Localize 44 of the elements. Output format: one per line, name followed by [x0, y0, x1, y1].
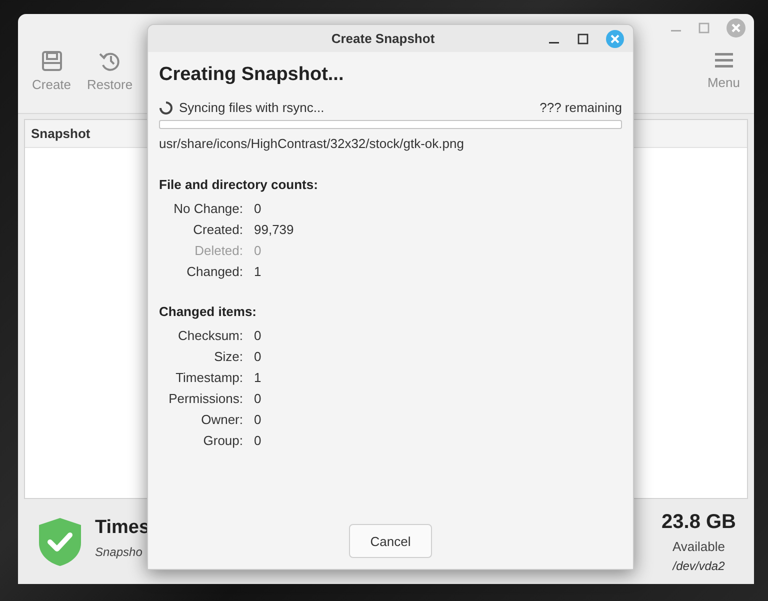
spinner-icon [159, 100, 173, 114]
count-label: Owner: [200, 412, 243, 428]
maximize-icon[interactable] [577, 32, 589, 44]
close-icon[interactable] [606, 30, 624, 48]
count-label: Size: [213, 349, 243, 365]
count-value: 1 [254, 370, 262, 386]
count-label: Permissions: [168, 391, 243, 407]
dialog-title: Create Snapshot [330, 31, 436, 46]
section-heading: File and directory counts: [159, 177, 319, 192]
count-value: 0 [254, 391, 262, 407]
shield-check-icon [38, 516, 82, 566]
clock-arrow-icon [98, 50, 122, 72]
count-label: Created: [192, 222, 243, 238]
count-label: Timestamp: [174, 370, 243, 386]
section-heading: Changed items: [159, 304, 258, 319]
count-value: 0 [254, 412, 262, 428]
time-remaining: ??? remaining [540, 100, 622, 115]
count-value: 0 [254, 243, 262, 259]
status-title: Times [95, 516, 150, 538]
count-label: Group: [202, 433, 243, 449]
count-value: 0 [254, 349, 262, 365]
menu-icon [714, 50, 734, 70]
count-value: 0 [254, 201, 262, 217]
toolbar-button[interactable]: Restore [79, 50, 141, 92]
dialog-heading: Creating Snapshot... [159, 64, 345, 86]
column-header[interactable]: Snapshot [25, 126, 90, 141]
count-value: 99,739 [254, 222, 294, 238]
count-label: No Change: [172, 201, 243, 217]
count-label: Changed: [186, 264, 243, 280]
status-text: Syncing files with rsync... [179, 100, 324, 115]
cancel-button[interactable]: Cancel [349, 524, 432, 558]
close-icon[interactable] [726, 18, 746, 38]
current-file-path: usr/share/icons/HighContrast/32x32/stock/gtk-ok.png [159, 136, 465, 151]
count-value: 1 [254, 264, 262, 280]
menu-button[interactable]: Menu [699, 50, 748, 90]
disk-size: 23.8 GB [662, 510, 736, 534]
available-label: Available [672, 538, 726, 554]
count-value: 0 [254, 328, 262, 344]
status-subtitle: Snapsho [95, 544, 144, 558]
device-path: /dev/vda2 [672, 558, 725, 572]
count-value: 0 [254, 433, 262, 449]
count-label: Deleted: [194, 243, 243, 259]
toolbar-button[interactable]: Create [24, 50, 80, 92]
count-label: Checksum: [176, 328, 243, 344]
